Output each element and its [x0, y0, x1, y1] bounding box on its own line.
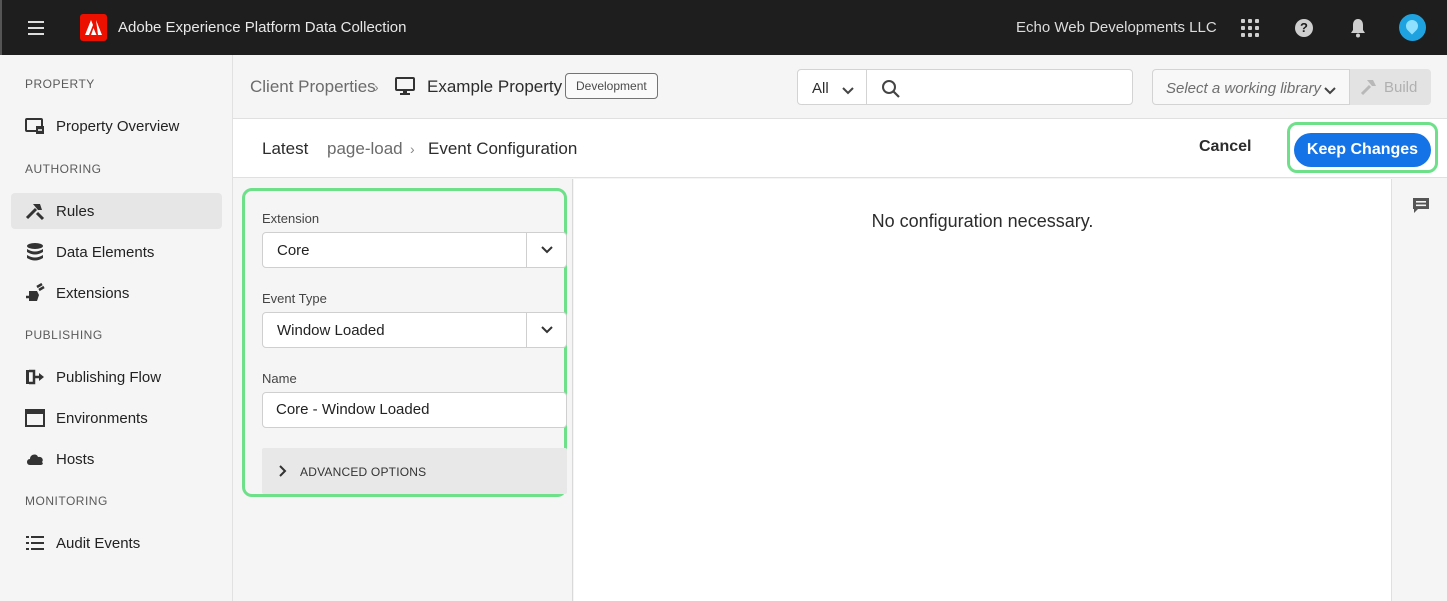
property-overview-icon: [25, 116, 45, 136]
breadcrumb-current: Event Configuration: [428, 139, 578, 158]
hammer-icon: [1360, 78, 1378, 100]
chevron-down-icon[interactable]: [526, 233, 566, 267]
sidebar-item-label: Extensions: [56, 284, 130, 302]
chevron-down-icon: [842, 82, 854, 100]
section-authoring-title: AUTHORING: [25, 162, 102, 176]
sidebar-item-rules[interactable]: Rules: [11, 193, 222, 229]
keep-changes-button[interactable]: Keep Changes: [1294, 133, 1431, 167]
breadcrumb-separator-icon: ›: [374, 79, 379, 95]
name-label: Name: [262, 371, 297, 386]
sidebar-item-label: Data Elements: [56, 243, 155, 261]
name-input[interactable]: [276, 401, 556, 418]
advanced-options-toggle[interactable]: ADVANCED OPTIONS: [262, 448, 567, 494]
editor-header: Latest page-load › Event Configuration C…: [233, 119, 1447, 178]
help-icon[interactable]: ?: [1295, 19, 1313, 37]
filter-value: All: [812, 80, 829, 97]
event-config-panel: Extension Core Event Type Window Loaded …: [233, 179, 573, 601]
cancel-button[interactable]: Cancel: [1199, 138, 1251, 156]
data-elements-icon: [25, 242, 45, 262]
sidebar-item-environments[interactable]: Environments: [11, 400, 222, 436]
breadcrumb-client-properties[interactable]: Client Properties: [250, 77, 376, 97]
section-publishing-title: PUBLISHING: [25, 328, 103, 342]
extensions-icon: [25, 283, 45, 303]
rules-icon: [25, 201, 45, 221]
search-input[interactable]: [911, 76, 1121, 98]
environment-badge: Development: [565, 73, 658, 99]
apps-grid-icon[interactable]: [1241, 19, 1259, 37]
search-field[interactable]: [866, 69, 1133, 105]
org-switcher[interactable]: Echo Web Developments LLC: [1016, 19, 1217, 36]
search-filter-select[interactable]: All: [797, 69, 867, 105]
property-header: Client Properties › Example Property Dev…: [233, 55, 1447, 119]
extension-picker[interactable]: Core: [262, 232, 567, 268]
config-highlight: Extension Core Event Type Window Loaded …: [242, 188, 567, 497]
chevron-down-icon: [1324, 82, 1336, 100]
right-rail: [1391, 179, 1447, 601]
event-type-picker[interactable]: Window Loaded: [262, 312, 567, 348]
chevron-right-icon: [279, 464, 287, 482]
sidebar-item-hosts[interactable]: Hosts: [11, 441, 222, 477]
sidebar: PROPERTY Property Overview AUTHORING Rul…: [0, 55, 233, 601]
hosts-cloud-icon: [25, 449, 45, 469]
adobe-logo[interactable]: [80, 14, 107, 41]
sidebar-item-label: Rules: [56, 202, 95, 220]
sidebar-item-label: Property Overview: [56, 117, 180, 135]
sidebar-item-publishing-flow[interactable]: Publishing Flow: [11, 359, 222, 395]
breadcrumb-property-name[interactable]: Example Property: [427, 77, 562, 97]
sidebar-item-extensions[interactable]: Extensions: [11, 275, 222, 311]
configuration-view: No configuration necessary.: [574, 179, 1391, 601]
sidebar-item-label: Hosts: [56, 450, 95, 468]
advanced-options-label: ADVANCED OPTIONS: [300, 465, 427, 479]
build-button[interactable]: Build: [1350, 69, 1431, 105]
working-library-select[interactable]: Select a working library: [1152, 69, 1350, 105]
extension-value: Core: [277, 242, 310, 259]
search-icon: [881, 79, 901, 104]
library-placeholder: Select a working library: [1166, 80, 1322, 97]
sidebar-item-audit-events[interactable]: Audit Events: [11, 525, 222, 561]
sidebar-item-label: Audit Events: [56, 534, 141, 552]
keep-changes-highlight: Keep Changes: [1287, 122, 1438, 173]
top-bar: Adobe Experience Platform Data Collectio…: [0, 0, 1447, 55]
name-field[interactable]: [262, 392, 567, 428]
menu-icon[interactable]: [28, 21, 44, 35]
sidebar-item-label: Environments: [56, 409, 148, 427]
build-label: Build: [1384, 79, 1418, 96]
sidebar-item-data-elements[interactable]: Data Elements: [11, 234, 222, 270]
no-config-message: No configuration necessary.: [871, 211, 1094, 231]
extension-label: Extension: [262, 211, 320, 226]
notifications-bell-icon[interactable]: [1349, 18, 1367, 43]
breadcrumb-rule[interactable]: page-load: [327, 139, 403, 159]
environments-icon: [25, 408, 45, 428]
sidebar-item-property-overview[interactable]: Property Overview: [11, 108, 222, 144]
section-monitoring-title: MONITORING: [25, 494, 108, 508]
breadcrumb-latest[interactable]: Latest: [262, 139, 308, 159]
publishing-flow-icon: [25, 367, 45, 387]
app-title: Adobe Experience Platform Data Collectio…: [118, 19, 407, 36]
user-avatar[interactable]: [1399, 14, 1426, 41]
sidebar-item-label: Publishing Flow: [56, 368, 162, 386]
breadcrumb-separator-icon: ›: [410, 141, 415, 157]
event-type-label: Event Type: [262, 291, 327, 306]
event-type-value: Window Loaded: [277, 322, 385, 339]
audit-events-icon: [25, 533, 45, 553]
chevron-down-icon[interactable]: [526, 313, 566, 347]
section-property-title: PROPERTY: [25, 77, 95, 91]
monitor-icon: [395, 77, 415, 101]
comment-icon[interactable]: [1412, 197, 1430, 220]
